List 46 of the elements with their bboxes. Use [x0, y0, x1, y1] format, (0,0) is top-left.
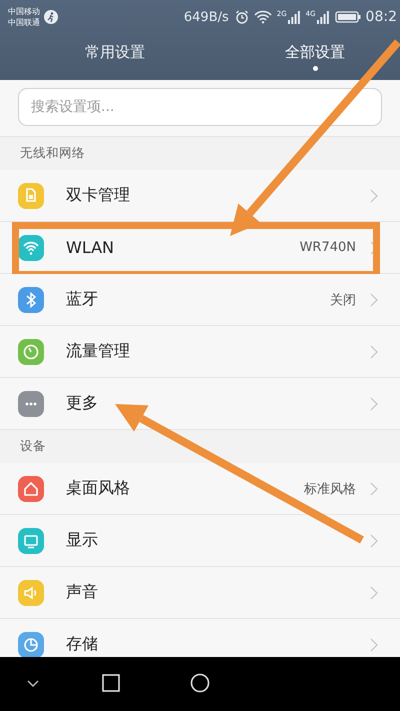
row-label: 桌面风格 [66, 478, 131, 499]
settings-row[interactable]: 更多 [0, 378, 400, 430]
chevron-icon [370, 344, 378, 358]
row-label: 显示 [66, 530, 99, 551]
section-header: 设备 [19, 437, 47, 455]
chevron-icon [370, 534, 378, 548]
row-value: 关闭 [330, 292, 356, 308]
carrier-name: 中国联通 [8, 17, 40, 28]
square-icon[interactable] [102, 674, 120, 692]
carrier-name: 中国移动 [8, 6, 40, 17]
wifi-icon [254, 10, 272, 24]
row-label: WLAN [66, 238, 116, 257]
chevron-icon [370, 482, 378, 496]
settings-row[interactable]: 蓝牙 关闭 [0, 274, 400, 326]
circle-icon[interactable] [190, 673, 210, 693]
row-label: 流量管理 [66, 341, 131, 362]
chevron-icon [370, 292, 378, 306]
settings-row[interactable]: 双卡管理 [0, 170, 400, 222]
section-header: 无线和网络 [19, 144, 86, 162]
settings-row[interactable]: 存储 [0, 619, 400, 657]
network-speed: 649B/s [184, 10, 229, 24]
chevron-icon [370, 638, 378, 652]
settings-row[interactable]: 桌面风格 标准风格 [0, 463, 400, 515]
runner-icon [44, 10, 58, 24]
tab[interactable]: 全部设置 [200, 34, 400, 80]
clock-time: 08:2 [366, 9, 397, 25]
chevron-icon [370, 188, 378, 202]
row-value: WR740N [300, 240, 356, 255]
row-label: 更多 [66, 393, 99, 414]
alarm-icon [234, 10, 249, 24]
row-label: 蓝牙 [66, 289, 99, 310]
signal-icon [288, 10, 300, 24]
row-label: 声音 [66, 582, 99, 603]
row-label: 存储 [66, 634, 99, 655]
tab[interactable]: 常用设置 [0, 34, 200, 80]
settings-row[interactable]: 声音 [0, 567, 400, 619]
chevron-icon [370, 396, 378, 410]
chevron-icon [370, 586, 378, 600]
battery-icon [334, 10, 361, 24]
search-field[interactable]: 搜索设置项... [18, 88, 382, 126]
row-value: 标准风格 [304, 480, 356, 498]
signal-icon [316, 10, 329, 24]
chevron-down-icon[interactable] [27, 680, 39, 688]
row-label: 双卡管理 [66, 185, 131, 206]
settings-row[interactable]: 显示 [0, 515, 400, 567]
settings-row[interactable]: 流量管理 [0, 326, 400, 378]
